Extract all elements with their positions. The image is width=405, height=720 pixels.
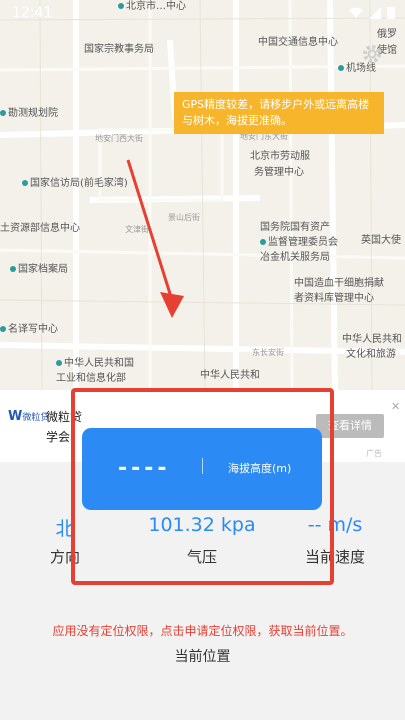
map-poi-label: 英国大使 — [361, 235, 401, 246]
ad-logo: W微粒贷 — [8, 409, 50, 424]
map-pin-icon — [0, 110, 6, 116]
map-pin-icon — [0, 326, 6, 332]
map-poi[interactable]: 监督管理委员会 — [260, 236, 338, 249]
map-poi[interactable]: 中国交通信息中心 — [258, 36, 338, 49]
map-poi-label: 名译写中心 — [8, 324, 58, 335]
ad-subtitle: 学会 — [46, 430, 71, 444]
wifi-icon — [349, 7, 363, 18]
ad-tag: 广告 — [366, 449, 382, 458]
map-pin-icon — [56, 360, 62, 366]
map-poi[interactable]: 中华人民共和国 — [56, 357, 134, 370]
map-poi[interactable]: 名译写中心 — [0, 323, 58, 336]
battery-icon — [387, 7, 395, 19]
map-view[interactable]: 北京市…中心 国家宗教事务局 中国交通信息中心 机场线 俄罗 使馆 勘测规划院 北京市劳动服务… — [0, 0, 405, 390]
map-road-label: 文津街 — [125, 225, 149, 234]
map-pin-icon — [260, 239, 266, 245]
status-time: 12:41 — [12, 5, 53, 21]
map-poi-label: 务管理中心 — [254, 167, 304, 178]
map-road-label: 地安门西大街 — [95, 134, 143, 143]
map-poi[interactable]: 中华人民共和 — [342, 333, 402, 346]
map-pin-icon — [22, 180, 28, 186]
map-poi-label: 冶金机关服务局 — [260, 252, 330, 263]
map-road-label: 东长安街 — [252, 348, 284, 357]
map-poi-label: 工业和信息化部 — [56, 373, 126, 384]
map-poi-label: 文化和旅游 — [346, 349, 396, 360]
map-roads — [0, 0, 405, 390]
cell-signal-icon — [369, 6, 381, 19]
map-poi[interactable]: 国家信访局(前毛家湾) — [22, 177, 128, 190]
gps-accuracy-tip: GPS精度较差，请移步户外或远离高楼与树木，海拔更准确。 — [174, 92, 384, 134]
annotation-highlight-box — [71, 388, 334, 585]
map-poi-label: 勘测规划院 — [8, 108, 58, 119]
map-poi[interactable]: 冶金机关服务局 — [260, 251, 330, 264]
map-poi[interactable]: 英国大使 — [361, 234, 401, 247]
request-location-permission-link[interactable]: 应用没有定位权限，点击申请定位权限，获取当前位置。 — [0, 622, 405, 639]
map-poi[interactable]: 国务院国有资产 — [260, 221, 330, 234]
map-pin-icon — [10, 266, 16, 272]
map-poi[interactable]: 文化和旅游 — [346, 348, 396, 361]
map-poi-label: 国家信访局(前毛家湾) — [30, 178, 128, 189]
map-poi[interactable]: 工业和信息化部 — [56, 372, 126, 385]
current-location-label: 当前位置 — [174, 649, 231, 665]
map-poi[interactable]: 者资料库管理中心 — [294, 292, 374, 305]
map-poi[interactable]: 中国造血干细胞捐献 — [294, 277, 384, 290]
map-poi[interactable]: 北京市劳动服 — [250, 150, 310, 163]
map-poi-label: 者资料库管理中心 — [294, 293, 374, 304]
annotation-arrow-head — [160, 292, 184, 318]
map-poi-label: 中国造血干细胞捐献 — [294, 278, 384, 289]
map-poi-label: 中华人民共和国 — [64, 358, 134, 369]
ad-close-icon[interactable]: ✕ — [391, 400, 400, 413]
map-poi[interactable]: 国家宗教事务局 — [84, 43, 154, 56]
map-poi-label: 中华人民共和 — [200, 370, 260, 381]
map-poi-label: 中华人民共和 — [342, 334, 402, 345]
map-poi-label: 北京市劳动服 — [250, 151, 310, 162]
map-poi-label: 监督管理委员会 — [268, 237, 338, 248]
map-poi[interactable]: 土资源部信息中心 — [0, 222, 80, 235]
map-poi-label: 国家档案局 — [18, 264, 68, 275]
map-pin-icon — [338, 65, 344, 71]
map-poi-label: 俄罗 — [377, 29, 397, 40]
status-icons — [349, 6, 395, 19]
status-bar: 12:41 — [0, 0, 405, 30]
map-poi[interactable]: 国家档案局 — [10, 263, 68, 276]
map-poi-label: 中国交通信息中心 — [258, 37, 338, 48]
map-poi-label: 国务院国有资产 — [260, 222, 330, 233]
map-road-label: 景山后街 — [168, 213, 200, 222]
gear-icon[interactable] — [360, 42, 384, 66]
map-poi-label: 国家宗教事务局 — [84, 44, 154, 55]
map-poi[interactable]: 中华人民共和 — [200, 369, 260, 382]
map-poi[interactable]: 务管理中心 — [254, 166, 304, 179]
map-poi-label: 土资源部信息中心 — [0, 223, 80, 234]
map-poi[interactable]: 勘测规划院 — [0, 107, 58, 120]
